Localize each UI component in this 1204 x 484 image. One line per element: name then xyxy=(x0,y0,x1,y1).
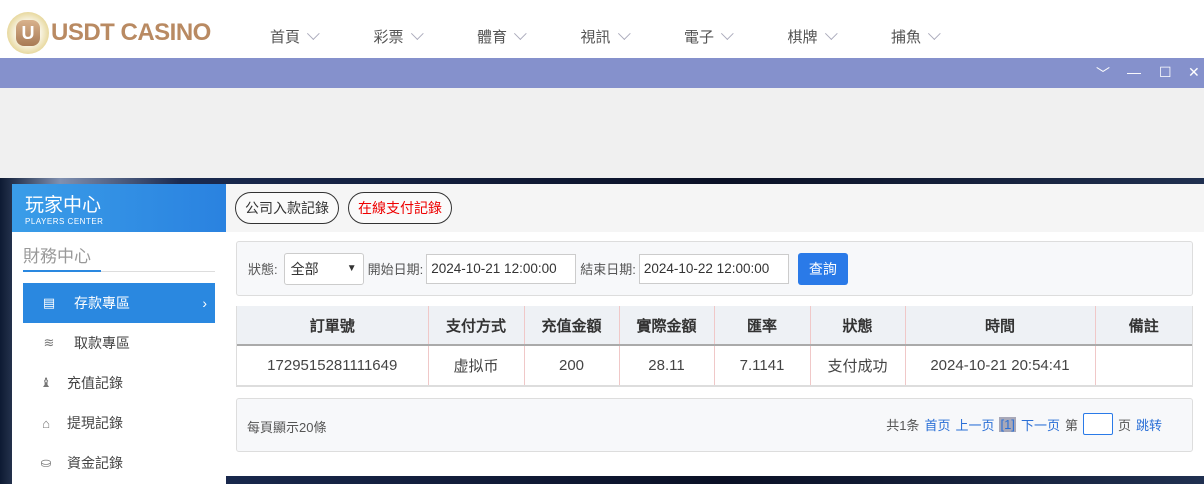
main-content: 公司入款記錄 在線支付記錄 狀態: 全部 ▼ 開始日期: 2024-10-21 1… xyxy=(226,184,1204,476)
card-icon: ▤ xyxy=(42,295,56,310)
col-remark: 備註 xyxy=(1095,306,1192,346)
chevron-down-icon xyxy=(824,27,838,41)
nav-sports[interactable]: 體育 xyxy=(477,26,581,47)
col-actual-amount: 實際金額 xyxy=(619,306,715,346)
nav-fishing[interactable]: 捕魚 xyxy=(891,26,995,47)
hand-cash-icon: ≋ xyxy=(43,335,55,350)
end-date-input[interactable]: 2024-10-22 12:00:00 xyxy=(638,253,789,284)
chevron-down-icon xyxy=(513,27,527,41)
col-recharge-amount: 充值金額 xyxy=(524,306,620,346)
prev-page-link[interactable]: 上一页 xyxy=(955,415,994,434)
next-page-link[interactable]: 下一页 xyxy=(1021,415,1060,434)
window-titlebar: ﹀ — ☐ ✕ xyxy=(0,58,1204,88)
sidebar-item-deposit[interactable]: ▤ 存款專區 › xyxy=(23,283,215,323)
logo[interactable]: U USDT CASINO xyxy=(7,12,211,54)
chevron-down-icon xyxy=(720,27,734,41)
sidebar-item-recharge-records[interactable]: ♝ 充值記錄 xyxy=(23,363,215,403)
current-page[interactable]: [1] xyxy=(999,416,1016,432)
chevron-down-icon xyxy=(306,27,320,41)
records-table: 訂單號 支付方式 充值金額 實際金額 匯率 狀態 時間 備註 172951528… xyxy=(237,306,1192,386)
pagination-bar: 每頁顯示20條 共1条 首页 上一页 [1] 下一页 第 页 跳转 xyxy=(236,398,1193,452)
page-number-input[interactable] xyxy=(1082,413,1113,435)
col-order-no: 訂單號 xyxy=(237,306,429,346)
chevron-down-icon xyxy=(617,27,631,41)
nav-lottery[interactable]: 彩票 xyxy=(374,26,478,47)
logo-badge: U xyxy=(7,12,49,54)
sidebar-item-withdraw-records[interactable]: ⌂ 提現記錄 xyxy=(23,403,215,443)
chevron-right-icon: › xyxy=(202,295,207,311)
nav-live[interactable]: 視訊 xyxy=(581,26,685,47)
finance-center-title: 財務中心 xyxy=(12,232,226,273)
status-select[interactable]: 全部 ▼ xyxy=(283,252,364,285)
logo-text: USDT CASINO xyxy=(51,19,211,46)
col-status: 狀態 xyxy=(810,306,906,346)
filter-bar: 狀態: 全部 ▼ 開始日期: 2024-10-21 12:00:00 結束日期: … xyxy=(236,241,1193,296)
nav-home[interactable]: 首頁 xyxy=(270,26,374,47)
top-header: U USDT CASINO 首頁 彩票 體育 視訊 電子 棋牌 捕魚 xyxy=(0,0,1204,58)
maximize-icon[interactable]: ☐ xyxy=(1159,64,1172,81)
money-bag-icon: ♝ xyxy=(40,375,52,390)
wallet-icon: ⌂ xyxy=(42,415,50,431)
sidebar: 玩家中心 PLAYERS CENTER 財務中心 ▤ 存款專區 › ≋ 取款專區 ♝ 充… xyxy=(12,184,226,484)
jump-link[interactable]: 跳转 xyxy=(1136,415,1162,434)
sidebar-item-fund-records[interactable]: ⛀ 資金記錄 xyxy=(23,443,215,483)
total-count: 共1条 xyxy=(886,417,920,433)
query-button[interactable]: 查詢 xyxy=(797,252,848,285)
minimize-icon[interactable]: — xyxy=(1127,64,1141,80)
chevron-down-icon xyxy=(410,27,424,41)
piggy-bank-icon: ⛀ xyxy=(40,455,52,470)
per-page-text: 每頁顯示20條 xyxy=(247,420,327,435)
nav-cards[interactable]: 棋牌 xyxy=(788,26,892,47)
table-header-row: 訂單號 支付方式 充值金額 實際金額 匯率 狀態 時間 備註 xyxy=(237,306,1192,346)
chevron-down-icon: ▼ xyxy=(346,263,357,274)
sidebar-item-withdraw[interactable]: ≋ 取款專區 xyxy=(23,323,215,363)
tab-company-deposit-records[interactable]: 公司入款記錄 xyxy=(235,192,339,224)
first-page-link[interactable]: 首页 xyxy=(924,415,950,434)
close-icon[interactable]: ✕ xyxy=(1188,64,1200,81)
collapse-icon[interactable]: ﹀ xyxy=(1096,64,1110,84)
chevron-down-icon xyxy=(927,27,941,41)
start-date-input[interactable]: 2024-10-21 12:00:00 xyxy=(426,253,577,284)
col-time: 時間 xyxy=(905,306,1096,346)
players-center-header: 玩家中心 PLAYERS CENTER xyxy=(12,184,226,232)
record-tabs: 公司入款記錄 在線支付記錄 xyxy=(226,184,1204,232)
col-payment-method: 支付方式 xyxy=(428,306,525,346)
table-row: 1729515281111649 虚拟币 200 28.11 7.1141 支付… xyxy=(237,345,1192,386)
tab-online-payment-records[interactable]: 在線支付記錄 xyxy=(348,192,452,224)
main-nav: 首頁 彩票 體育 視訊 電子 棋牌 捕魚 xyxy=(270,26,995,47)
nav-slots[interactable]: 電子 xyxy=(684,26,788,47)
col-rate: 匯率 xyxy=(714,306,811,346)
